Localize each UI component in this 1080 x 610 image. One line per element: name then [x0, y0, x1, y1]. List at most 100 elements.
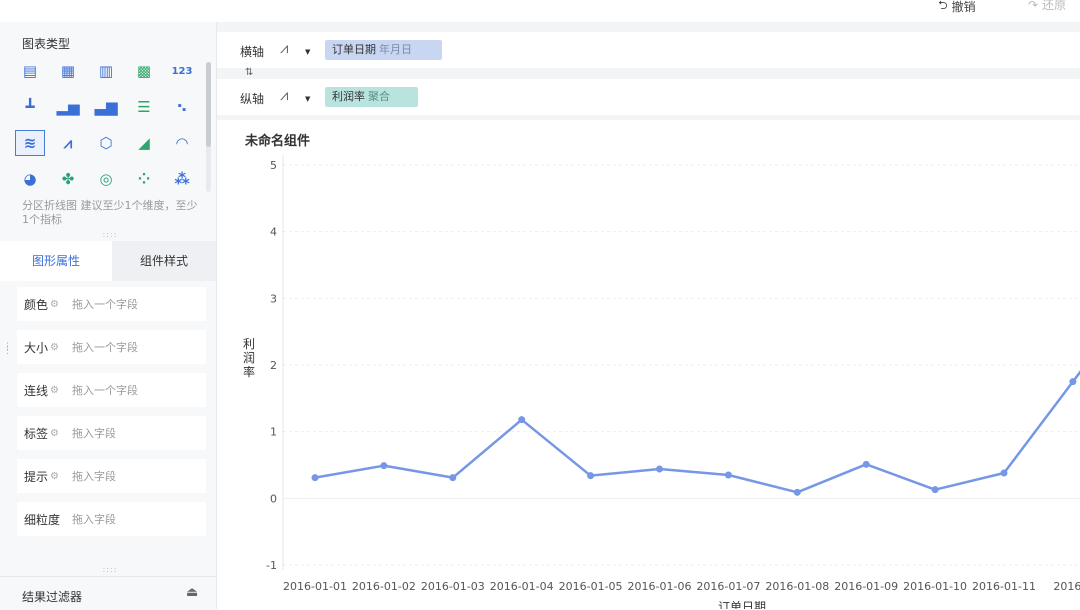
data-point — [449, 474, 457, 482]
gear-icon[interactable]: ⚙ — [50, 428, 59, 439]
filter-icon[interactable]: ⏏ — [186, 585, 198, 600]
data-point — [518, 416, 526, 424]
undo-button[interactable]: ⮌ 撤销 — [938, 0, 976, 17]
property-drop-zone[interactable]: 大小 ⚙ 拖入一个字段 — [17, 330, 206, 364]
chart-type-option[interactable]: ◠ — [167, 130, 197, 156]
grouped-bar-icon: ▃▆ — [94, 98, 118, 116]
chart-type-option[interactable]: ◎ — [91, 166, 121, 192]
pie-icon: ◕ — [23, 170, 37, 188]
x-axis-label: 横轴 — [240, 45, 265, 59]
y-axis-type-icon[interactable]: ⩘ — [280, 86, 288, 104]
swap-axes-icon[interactable]: ⇅ — [245, 67, 253, 78]
x-tick-label: 2016-01-07 — [696, 580, 760, 593]
y-field-aggregation: 聚合 — [368, 90, 390, 103]
property-label-text: 细粒度 — [24, 512, 61, 527]
x-tick-label: 2016-01-09 — [834, 580, 898, 593]
drop-placeholder: 拖入字段 — [72, 427, 116, 440]
chart-type-option[interactable]: ✤ — [53, 166, 83, 192]
property-label: 连线 ⚙ — [24, 382, 72, 399]
data-point — [1000, 469, 1008, 477]
gear-icon[interactable]: ⚙ — [50, 471, 59, 482]
chart-types-title: 图表类型 — [22, 37, 71, 51]
property-drop-zone[interactable]: 颜色 ⚙ 拖入一个字段 — [17, 287, 206, 321]
y-axis-row: 纵轴 ⩘ ▼ 利润率 聚合 — [217, 79, 1080, 115]
chart-type-hint: 分区折线图 建议至少1个维度，至少1个指标 — [22, 199, 198, 226]
property-drop-zone[interactable]: 提示 ⚙ 拖入字段 — [17, 459, 206, 493]
left-config-panel: 图表类型 ▤ ▦ ▥ ▩ 123 ┻ ▂▅ ▃▆ ☰ ⠢ ≋ ⩘ ⬡ ◢ ◠ ◕ ✤ ◎ ⁘ ⁂ 分区折线图 建议至少… — [0, 22, 217, 610]
x-axis-field-pill[interactable]: 订单日期 年月日 — [325, 40, 442, 60]
resize-grip-icon[interactable]: :::: — [100, 565, 120, 574]
property-drop-zone[interactable]: 细粒度 拖入字段 — [17, 502, 206, 536]
line-chart: -1 0 1 2 3 4 5 利润率 2016-01-01 2016-01-02 2016-01-0… — [243, 155, 1080, 609]
chart-type-option[interactable]: ◕ — [15, 166, 45, 192]
property-tabs: 图形属性 组件样式 — [0, 241, 216, 281]
chart-type-option[interactable]: ⁘ — [129, 166, 159, 192]
chart-type-option[interactable]: ⩘ — [53, 130, 83, 156]
y-tick-label: 1 — [270, 426, 277, 439]
property-drop-zone[interactable]: 标签 ⚙ 拖入字段 — [17, 416, 206, 450]
drop-placeholder: 拖入字段 — [72, 470, 116, 483]
property-label: 颜色 ⚙ — [24, 296, 72, 313]
drop-placeholder: 拖入一个字段 — [72, 341, 138, 354]
chart-type-option[interactable]: ▤ — [15, 58, 45, 84]
property-drop-zone[interactable]: 连线 ⚙ 拖入一个字段 — [17, 373, 206, 407]
tab-graphic-properties[interactable]: 图形属性 — [0, 241, 112, 281]
scatter-icon: ⁘ — [137, 170, 151, 188]
y-tick-label: 3 — [270, 292, 277, 305]
y-axis-label: 纵轴 — [240, 92, 265, 106]
data-point — [380, 462, 388, 470]
panel-drag-handle-icon[interactable]: ⋮⋮ — [3, 343, 12, 359]
y-tick-label: 0 — [270, 492, 277, 505]
property-label-text: 连线 — [24, 383, 49, 398]
chart-type-option[interactable]: ⬡ — [91, 130, 121, 156]
chart-type-option[interactable]: ☰ — [129, 94, 159, 120]
x-axis-type-icon[interactable]: ⩘ — [280, 39, 288, 57]
table-icon: ▤ — [22, 62, 38, 80]
x-tick-label: 2016-01-11 — [972, 580, 1036, 593]
data-point — [587, 472, 595, 480]
chart-type-option[interactable]: ▃▆ — [91, 94, 121, 120]
data-point — [793, 488, 801, 496]
redo-button[interactable]: ↷ 还原 — [1028, 0, 1066, 13]
chart-type-option[interactable]: ▥ — [91, 58, 121, 84]
y-axis-field-pill[interactable]: 利润率 聚合 — [325, 87, 418, 107]
redo-label: 还原 — [1042, 0, 1067, 12]
property-label-text: 大小 — [24, 340, 49, 355]
chart-type-option[interactable]: ┻ — [15, 94, 45, 120]
gear-icon[interactable]: ⚙ — [50, 299, 59, 310]
data-point — [656, 465, 663, 473]
chevron-down-icon[interactable]: ▼ — [305, 95, 310, 103]
property-label: 标签 ⚙ — [24, 425, 72, 442]
scatter-step-icon: ⠢ — [176, 98, 188, 116]
chart-type-option[interactable]: 123 — [167, 58, 197, 84]
tab-component-style[interactable]: 组件样式 — [112, 241, 216, 281]
chart-type-option[interactable]: ⠢ — [167, 94, 197, 120]
gear-icon[interactable]: ⚙ — [50, 342, 59, 353]
x-tick-label: 2016-0 — [1053, 580, 1080, 593]
chevron-down-icon[interactable]: ▼ — [305, 48, 310, 56]
x-tick-label: 2016-01-01 — [283, 580, 347, 593]
x-tick-label: 2016-01-08 — [765, 580, 829, 593]
property-label-text: 提示 — [24, 469, 49, 484]
gear-icon[interactable]: ⚙ — [50, 385, 59, 396]
chart-types-scroll-thumb[interactable] — [206, 62, 211, 147]
stacked-bar-icon: ┻ — [25, 98, 35, 116]
drop-placeholder: 拖入字段 — [72, 513, 116, 526]
chart-type-option[interactable]: ⁂ — [167, 166, 197, 192]
data-point — [311, 474, 319, 482]
x-tick-label: 2016-01-02 — [352, 580, 416, 593]
chart-type-option[interactable]: ◢ — [129, 130, 159, 156]
resize-grip-icon[interactable]: :::: — [100, 230, 120, 239]
chart-type-option[interactable]: ▦ — [53, 58, 83, 84]
y-tick-label: 2 — [270, 359, 277, 372]
y-field-name: 利润率 — [332, 90, 365, 103]
x-tick-label: 2016-01-03 — [421, 580, 485, 593]
chart-type-option[interactable]: ▂▅ — [53, 94, 83, 120]
chart-type-option[interactable]: ≋ — [15, 130, 45, 156]
chart-type-option[interactable]: ▩ — [129, 58, 159, 84]
data-point — [931, 486, 939, 494]
result-filter-bar[interactable]: 结果过滤器 ⏏ — [0, 576, 216, 610]
detail-table-icon: ▥ — [98, 62, 114, 80]
property-label-text: 颜色 — [24, 297, 49, 312]
x-axis-title: 订单日期 — [718, 600, 766, 609]
